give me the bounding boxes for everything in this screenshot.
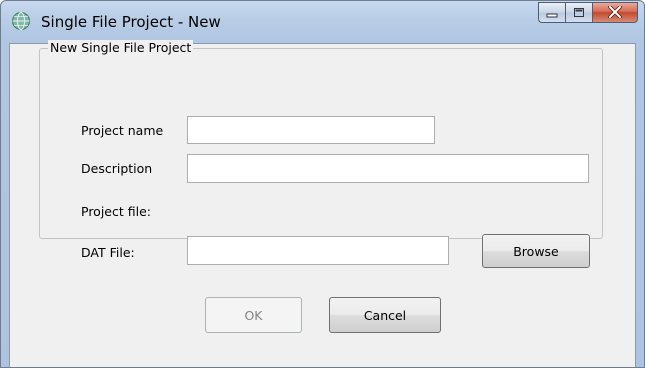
close-button[interactable] (592, 2, 638, 23)
dat-file-label: DAT File: (81, 245, 135, 260)
project-name-label: Project name (81, 123, 164, 138)
project-name-input[interactable] (187, 116, 435, 144)
browse-button[interactable]: Browse (482, 234, 590, 268)
cancel-button[interactable]: Cancel (329, 297, 441, 333)
dialog-window: Single File Project - New New Single Fil… (0, 0, 645, 368)
groupbox-legend: New Single File Project (48, 40, 194, 55)
caption-buttons (538, 2, 638, 24)
dat-file-input[interactable] (187, 236, 449, 265)
maximize-button[interactable] (565, 2, 592, 23)
minimize-button[interactable] (538, 2, 565, 23)
description-label: Description (81, 161, 153, 176)
close-icon (608, 3, 622, 22)
project-file-label: Project file: (81, 204, 151, 219)
title-bar[interactable]: Single File Project - New (1, 1, 644, 43)
minimize-icon (546, 3, 558, 22)
window-title: Single File Project - New (41, 13, 221, 31)
maximize-icon (573, 3, 585, 22)
ok-button[interactable]: OK (205, 297, 302, 333)
globe-icon[interactable] (11, 11, 31, 31)
description-input[interactable] (187, 154, 589, 183)
